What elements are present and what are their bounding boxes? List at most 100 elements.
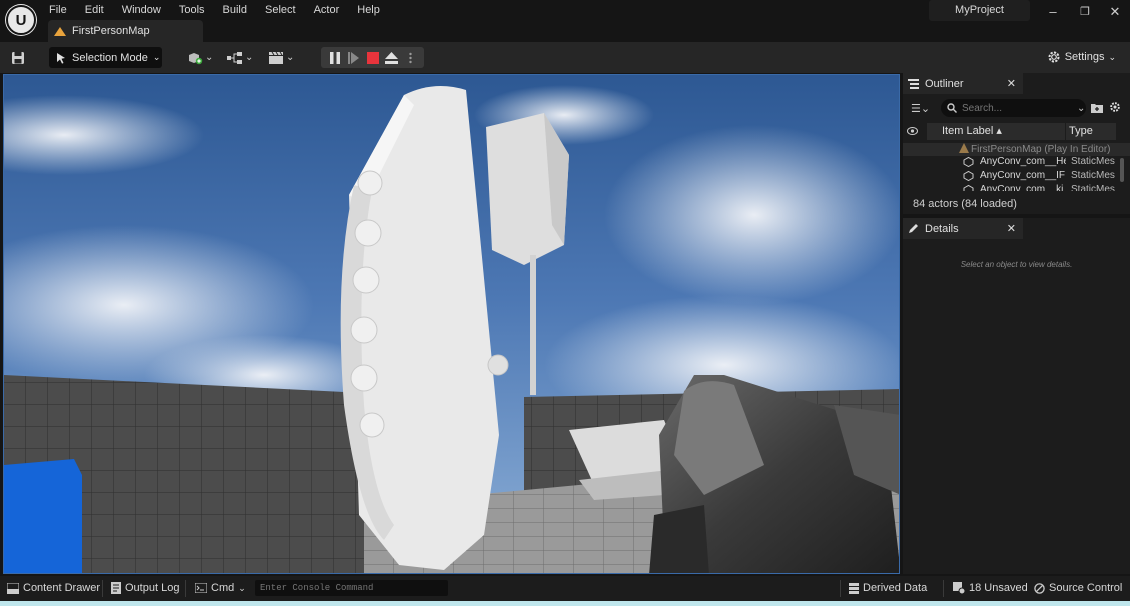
output-log-icon: [111, 582, 121, 594]
stop-icon: [366, 51, 379, 64]
close-icon[interactable]: ✕: [1007, 222, 1016, 235]
list-item[interactable]: AnyConv_com__ki StaticMes: [903, 183, 1130, 191]
chevron-down-icon[interactable]: ⌄: [1077, 103, 1085, 114]
eject-button[interactable]: [385, 51, 399, 65]
selection-mode-label: Selection Mode: [72, 51, 148, 64]
menu-item-actor[interactable]: Actor: [305, 1, 349, 19]
actor-type: StaticMes: [1071, 170, 1115, 181]
maximize-button[interactable]: ❐: [1071, 2, 1099, 22]
visibility-eye-icon[interactable]: [907, 127, 918, 135]
chevron-down-icon: ⌄: [245, 52, 254, 63]
taskbar-strip: [0, 601, 1130, 606]
actor-type: StaticMes: [1071, 156, 1115, 167]
unreal-logo-icon[interactable]: U: [6, 5, 36, 35]
gear-icon[interactable]: [1109, 101, 1121, 113]
chevron-down-icon: ⌄: [152, 52, 161, 62]
stop-button[interactable]: [366, 51, 380, 65]
divider: [943, 580, 944, 597]
details-panel: Details ✕ Select an object to view detai…: [903, 218, 1130, 574]
selection-mode-dropdown[interactable]: Selection Mode ⌄: [49, 47, 162, 68]
static-mesh-icon: [963, 170, 974, 182]
static-mesh-icon: [963, 156, 974, 168]
blueprints-button[interactable]: ⌄: [227, 49, 253, 66]
chevron-down-icon: ⌄: [205, 52, 214, 63]
tab-label: FirstPersonMap: [72, 25, 150, 37]
menu-item-tools[interactable]: Tools: [170, 1, 214, 19]
save-button[interactable]: [11, 49, 26, 66]
add-cube-icon: [189, 52, 203, 64]
unsaved-label: 18 Unsaved: [969, 582, 1028, 594]
cursor-icon: [57, 52, 65, 64]
derived-data-button[interactable]: Derived Data: [849, 582, 927, 594]
search-input[interactable]: [962, 102, 1072, 114]
content-drawer-label: Content Drawer: [23, 582, 101, 594]
list-item[interactable]: AnyConv_com__He StaticMes: [903, 155, 1130, 168]
output-log-label: Output Log: [125, 582, 180, 594]
outliner-scrollbar[interactable]: [1120, 158, 1124, 182]
source-control-button[interactable]: Source Control: [1034, 582, 1122, 594]
list-item[interactable]: AnyConv_com__IF StaticMes: [903, 169, 1130, 182]
menu-item-build[interactable]: Build: [214, 1, 256, 19]
unsaved-files-icon: [953, 582, 965, 594]
save-icon: [12, 51, 24, 64]
divider: [185, 580, 186, 597]
content-drawer-icon: [7, 582, 19, 594]
actor-label: AnyConv_com__IF: [980, 170, 1066, 181]
blueprint-nodes-icon: [227, 51, 242, 64]
pause-button[interactable]: [328, 51, 342, 65]
step-icon: [347, 51, 359, 64]
outliner-list-icon: [908, 78, 919, 89]
menu-item-file[interactable]: File: [40, 1, 76, 19]
tab-details[interactable]: Details ✕: [903, 218, 1023, 239]
pencil-icon: [909, 224, 918, 233]
close-button[interactable]: ✕: [1101, 2, 1129, 22]
chevron-down-icon: ⌄: [238, 582, 246, 593]
outliner-panel: Outliner ✕ ☰⌄ ⌄ Item Label ▴ Type FirstP…: [903, 73, 1130, 214]
menu-item-select[interactable]: Select: [256, 1, 305, 19]
outliner-header: Item Label ▴ Type: [903, 123, 1130, 140]
menu-item-window[interactable]: Window: [113, 1, 170, 19]
pause-icon: [329, 51, 340, 64]
terminal-icon: [195, 583, 207, 593]
filter-button[interactable]: ☰⌄: [911, 102, 937, 115]
tab-outliner[interactable]: Outliner ✕: [903, 73, 1023, 94]
actor-label: AnyConv_com__ki: [980, 184, 1064, 191]
close-icon[interactable]: ✕: [1007, 77, 1016, 90]
status-bar: Content Drawer Output Log Cmd ⌄ Derived …: [0, 576, 1130, 601]
static-mesh-icon: [963, 184, 974, 191]
content-drawer-button[interactable]: Content Drawer: [7, 582, 100, 594]
menu-item-help[interactable]: Help: [348, 1, 389, 19]
source-control-disabled-icon: [1034, 582, 1045, 594]
add-actor-button[interactable]: ⌄: [187, 49, 213, 66]
more-vertical-icon: [409, 52, 412, 63]
viewport-scene[interactable]: [4, 75, 900, 574]
menu-item-edit[interactable]: Edit: [76, 1, 113, 19]
unsaved-button[interactable]: 18 Unsaved: [953, 582, 1028, 594]
details-tab-label: Details: [925, 222, 959, 235]
output-log-button[interactable]: Output Log: [111, 582, 179, 594]
level-viewport[interactable]: [3, 74, 900, 574]
chevron-down-icon: ⌄: [1108, 51, 1116, 62]
chevron-down-icon: ⌄: [286, 52, 295, 63]
main-toolbar: Selection Mode ⌄ ⌄ ⌄ ⌄ Settings ⌄: [0, 42, 1130, 73]
gear-icon: [1048, 51, 1060, 63]
level-map-icon: [959, 143, 970, 154]
cmd-label: Cmd: [211, 582, 235, 594]
minimize-button[interactable]: –: [1039, 2, 1067, 22]
outliner-toolbar: ☰⌄ ⌄: [903, 97, 1130, 119]
clapperboard-icon: [269, 51, 283, 64]
actor-type: StaticMes: [1071, 184, 1115, 191]
column-type[interactable]: Type: [1066, 123, 1116, 140]
cmd-dropdown[interactable]: Cmd ⌄: [195, 582, 246, 594]
derived-data-icon: [849, 582, 859, 594]
settings-button[interactable]: Settings ⌄: [1047, 50, 1116, 64]
tab-firstpersonmap[interactable]: FirstPersonMap: [48, 20, 203, 42]
more-options-button[interactable]: [404, 51, 418, 65]
outliner-search[interactable]: ⌄: [941, 99, 1086, 117]
add-folder-icon[interactable]: [1091, 102, 1103, 113]
cinematics-button[interactable]: ⌄: [268, 49, 294, 66]
step-button[interactable]: [347, 51, 361, 65]
derived-data-label: Derived Data: [863, 582, 928, 594]
column-item-label[interactable]: Item Label ▴: [927, 123, 1065, 140]
console-command-input[interactable]: [255, 580, 448, 596]
